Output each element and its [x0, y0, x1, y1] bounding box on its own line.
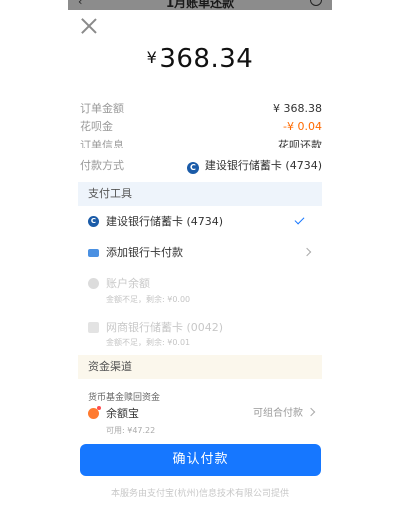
pay-option-label: 网商银行储蓄卡 (0042): [106, 321, 224, 334]
section-title: 支付工具: [88, 187, 132, 200]
card-icon: [88, 249, 99, 257]
summary-value: -¥ 0.04: [283, 120, 322, 133]
fund-option-label: 余额宝: [106, 407, 139, 420]
status-bar: ‹ 1月账单还款: [68, 0, 332, 10]
summary-label: 订单金额: [80, 102, 124, 115]
pay-option-label: 添加银行卡付款: [106, 246, 183, 259]
summary-label: 花呗金: [80, 120, 113, 133]
balance-icon: [88, 278, 99, 289]
summary-row-order-info: 订单信息 花呗还款: [80, 138, 322, 148]
ccb-bank-icon: C: [88, 216, 99, 227]
fund-label: 货币基金赎回资金: [88, 393, 161, 403]
confirm-pay-button[interactable]: 确认付款: [80, 444, 321, 476]
pay-option-note: 金额不足，剩余: ¥0.00: [106, 295, 191, 304]
payment-method-label: 付款方式: [80, 159, 124, 172]
summary-row-huabei-gold: 花呗金 -¥ 0.04: [80, 119, 322, 135]
pay-option-balance: 账户余额: [88, 276, 314, 292]
pay-option-label: 建设银行储蓄卡 (4734): [106, 215, 224, 228]
section-title: 资金渠道: [88, 360, 132, 373]
check-icon: [294, 214, 305, 225]
payment-method-value-wrap: C 建设银行储蓄卡 (4734): [186, 158, 322, 174]
chevron-right-icon: [302, 247, 312, 257]
summary-value: 花呗还款: [278, 139, 322, 148]
summary-label: 订单信息: [80, 139, 124, 148]
section-funds: 资金渠道: [78, 355, 322, 379]
service-footer: 本服务由支付宝(杭州)信息技术有限公司提供: [110, 489, 290, 499]
payment-method-value: 建设银行储蓄卡 (4734): [204, 159, 322, 172]
summary-value: ¥ 368.38: [273, 102, 322, 115]
payment-method-row[interactable]: 付款方式 C 建设银行储蓄卡 (4734): [80, 158, 322, 174]
yuebao-icon: [88, 406, 101, 419]
combine-pay-link[interactable]: 可组合付款: [253, 406, 316, 422]
fund-option-yuebao[interactable]: 余额宝 可组合付款: [88, 406, 316, 422]
mybank-icon: [88, 322, 99, 333]
close-icon[interactable]: [80, 17, 98, 35]
section-pay-tools: 支付工具: [78, 182, 322, 206]
yuebao-available: 可用: ¥47.22: [106, 426, 156, 435]
pay-option-note: 金额不足，剩余: ¥0.01: [106, 338, 191, 347]
pay-option-mybank: 网商银行储蓄卡 (0042): [88, 320, 314, 336]
pay-option-label: 账户余额: [106, 277, 150, 290]
payment-amount: ¥368.34: [0, 44, 400, 74]
summary-row-order-amount: 订单金额 ¥ 368.38: [80, 101, 322, 117]
chevron-right-icon: [306, 407, 316, 417]
pay-option-ccb[interactable]: C 建设银行储蓄卡 (4734): [88, 214, 314, 230]
ccb-bank-icon: C: [186, 162, 199, 174]
combine-pay-label: 可组合付款: [253, 408, 303, 419]
status-title: 1月账单还款: [165, 0, 235, 10]
pay-option-add-card[interactable]: 添加银行卡付款: [88, 245, 314, 261]
currency-symbol: ¥: [146, 48, 158, 67]
amount-value: 368.34: [159, 44, 254, 74]
